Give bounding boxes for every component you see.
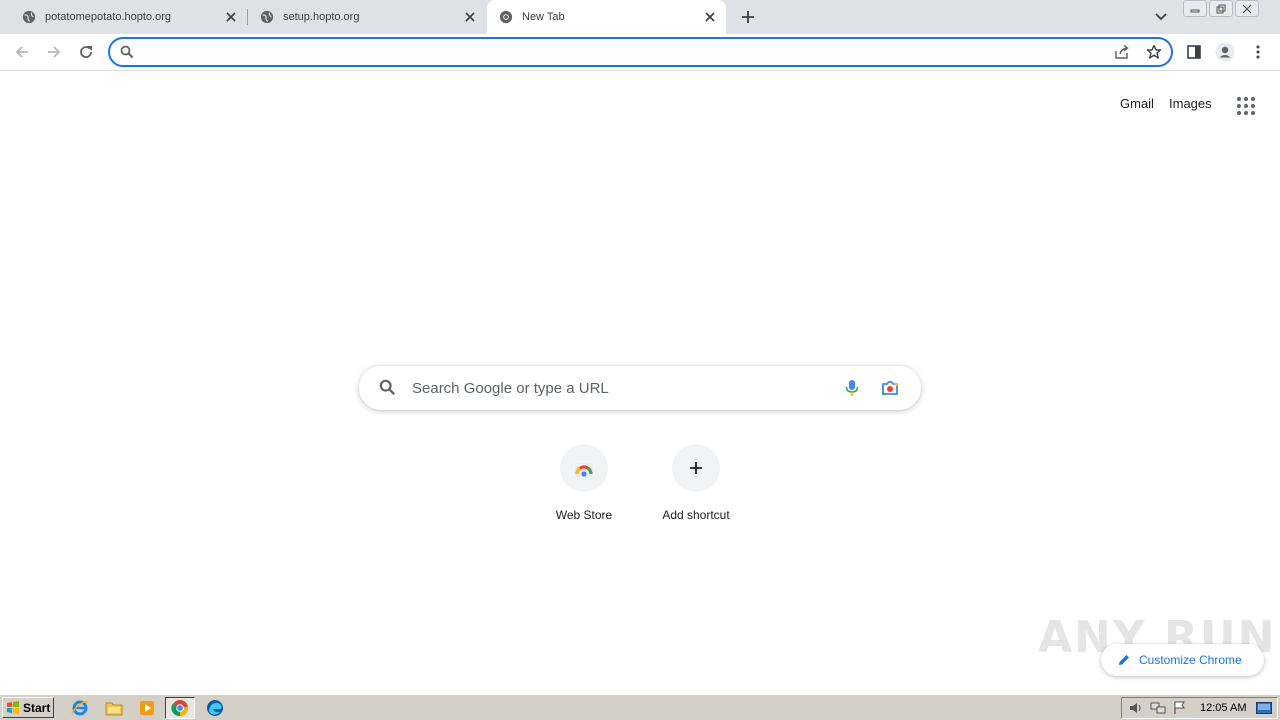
plus-icon	[742, 11, 754, 23]
close-window-button[interactable]	[1235, 0, 1259, 17]
shortcut-label: Web Store	[555, 508, 613, 522]
address-input[interactable]	[140, 43, 1100, 61]
action-center-flag-icon[interactable]	[1172, 700, 1188, 716]
edge-icon[interactable]	[205, 698, 225, 718]
minimize-icon	[1190, 9, 1200, 12]
new-tab-button[interactable]	[738, 7, 758, 27]
tab-strip: potatomepotato.hopto.org setup.hopto.org…	[0, 0, 1280, 34]
address-bar[interactable]	[108, 37, 1173, 67]
restore-button[interactable]	[1209, 0, 1233, 17]
network-icon[interactable]	[1150, 700, 1166, 716]
tab-3-active[interactable]: New Tab	[487, 0, 726, 34]
show-desktop-icon[interactable]	[1256, 700, 1273, 716]
close-tab-icon[interactable]	[462, 9, 478, 25]
search-icon	[379, 379, 396, 396]
search-icon	[120, 45, 134, 59]
avatar-icon	[1215, 42, 1235, 62]
voice-search-icon[interactable]	[845, 379, 859, 397]
search-placeholder: Search Google or type a URL	[412, 380, 609, 397]
tab-title: potatomepotato.hopto.org	[45, 11, 171, 23]
ntp-search-box[interactable]: Search Google or type a URL	[359, 366, 921, 410]
web-store-icon	[575, 463, 593, 477]
globe-icon	[22, 10, 36, 24]
pencil-icon	[1119, 655, 1129, 665]
globe-icon	[260, 10, 274, 24]
forward-button[interactable]	[44, 42, 64, 62]
side-panel-button[interactable]	[1184, 42, 1204, 62]
add-shortcut-tile	[672, 444, 720, 492]
shortcut-web-store[interactable]: Web Store	[528, 444, 640, 534]
chrome-taskbar-button[interactable]	[165, 697, 195, 719]
tab-title: setup.hopto.org	[283, 11, 360, 23]
restore-icon	[1216, 4, 1226, 13]
internet-explorer-icon[interactable]	[70, 698, 90, 718]
chrome-icon	[171, 700, 189, 717]
tab-search-button[interactable]	[1152, 8, 1170, 26]
tab-2[interactable]: setup.hopto.org	[248, 0, 486, 34]
side-panel-icon	[1187, 45, 1201, 59]
more-vert-icon	[1256, 45, 1260, 59]
media-player-icon[interactable]	[137, 698, 157, 718]
clock[interactable]: 12:05 AM	[1200, 702, 1246, 714]
volume-icon[interactable]	[1128, 700, 1144, 716]
google-apps-icon[interactable]	[1235, 94, 1257, 116]
toolbar	[0, 34, 1280, 71]
start-button[interactable]: Start	[2, 697, 54, 718]
tab-title: New Tab	[522, 11, 565, 23]
shortcut-add[interactable]: Add shortcut	[640, 444, 752, 534]
start-label: Start	[23, 700, 51, 715]
tab-1[interactable]: potatomepotato.hopto.org	[0, 0, 247, 34]
close-tab-icon[interactable]	[223, 9, 239, 25]
file-explorer-icon[interactable]	[104, 698, 124, 718]
reload-button[interactable]	[76, 42, 96, 62]
plus-icon	[690, 462, 702, 474]
taskbar: Start 12:05 AM	[0, 694, 1280, 720]
chevron-down-icon	[1155, 13, 1167, 21]
images-link[interactable]: Images	[1169, 96, 1212, 111]
web-store-tile	[560, 444, 608, 492]
system-tray: 12:05 AM	[1121, 697, 1278, 719]
window-controls	[1183, 0, 1261, 18]
close-icon	[1242, 4, 1252, 13]
gmail-link[interactable]: Gmail	[1120, 96, 1154, 111]
arrow-right-icon	[48, 46, 61, 58]
customize-label: Customize Chrome	[1139, 653, 1242, 667]
reload-icon	[80, 46, 92, 58]
back-button[interactable]	[12, 42, 32, 62]
arrow-left-icon	[15, 46, 28, 58]
bookmark-star-icon[interactable]	[1146, 44, 1162, 60]
menu-button[interactable]	[1248, 42, 1268, 62]
chrome-icon	[499, 10, 513, 24]
minimize-button[interactable]	[1183, 0, 1207, 17]
share-icon[interactable]	[1114, 44, 1130, 60]
windows-flag-icon	[7, 701, 19, 714]
customize-chrome-button[interactable]: Customize Chrome	[1101, 644, 1264, 676]
profile-button[interactable]	[1215, 42, 1235, 62]
close-tab-icon[interactable]	[702, 9, 718, 25]
lens-search-icon[interactable]	[880, 379, 900, 397]
shortcut-label: Add shortcut	[662, 508, 730, 522]
